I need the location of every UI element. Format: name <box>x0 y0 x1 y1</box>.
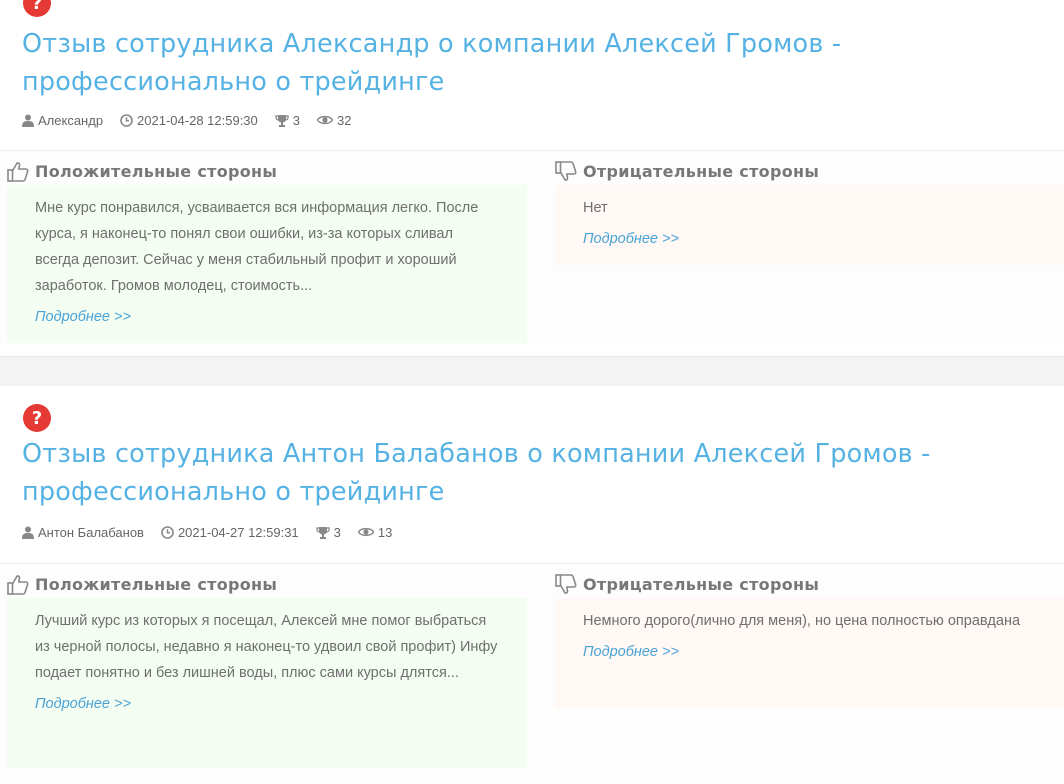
svg-text:?: ? <box>32 408 42 429</box>
review-title[interactable]: Отзыв сотрудника Александр о компании Ал… <box>22 25 1022 101</box>
trophy-count: 3 <box>274 112 300 128</box>
user-icon <box>22 114 34 127</box>
negative-body: Немного дорого(лично для меня), но цена … <box>555 598 1064 708</box>
negative-text: Нет <box>583 200 608 216</box>
negative-text: Немного дорого(лично для меня), но цена … <box>583 613 1021 629</box>
thumbs-up-icon <box>7 574 29 595</box>
views-value: 13 <box>377 524 393 540</box>
author: Александр <box>22 113 103 128</box>
review-card: ? Отзыв сотрудника Антон Балабанов о ком… <box>0 386 1064 784</box>
read-more-link[interactable]: Подробнее >> <box>583 231 679 247</box>
eye-icon <box>317 115 333 125</box>
question-mark-icon: ? <box>23 0 51 17</box>
review-title[interactable]: Отзыв сотрудника Антон Балабанов о компа… <box>22 435 1022 511</box>
negative-heading-text: Отрицательные стороны <box>583 161 820 181</box>
trophy-icon <box>274 114 289 127</box>
svg-text:?: ? <box>32 0 42 14</box>
review-card: ? Отзыв сотрудника Александр о компании … <box>0 0 1064 356</box>
positive-heading-text: Положительные стороны <box>35 574 278 594</box>
positive-body: Мне курс понравился, усваивается вся инф… <box>7 185 527 343</box>
author-name: Александр <box>38 112 104 128</box>
views-value: 32 <box>337 112 352 128</box>
read-more-link[interactable]: Подробнее >> <box>583 644 679 660</box>
positive-heading: Положительные стороны <box>7 573 277 595</box>
view-count: 32 <box>317 113 351 128</box>
review-date: 2021-04-27 12:59:31 <box>161 525 299 540</box>
review-separator <box>0 356 1064 388</box>
thumbs-down-icon <box>555 160 577 181</box>
author: Антон Балабанов <box>22 525 144 540</box>
pros-cons-row: Положительные стороны Мне курс понравилс… <box>0 150 1064 344</box>
thumbs-up-icon <box>7 161 29 182</box>
positive-heading-text: Положительные стороны <box>35 161 278 181</box>
user-icon <box>22 526 34 539</box>
positive-text: Мне курс понравился, усваивается вся инф… <box>35 200 479 294</box>
negative-heading: Отрицательные стороны <box>555 573 819 595</box>
negative-heading: Отрицательные стороны <box>555 160 819 182</box>
pros-cons-row: Положительные стороны Лучший курс из кот… <box>0 563 1064 784</box>
negative-body: Нет Подробнее >> <box>555 185 1064 265</box>
review-meta: Антон Балабанов 2021-04-27 12:59:31 3 13 <box>22 522 409 542</box>
eye-icon <box>357 527 374 537</box>
trophy-icon <box>315 526 330 539</box>
negative-heading-text: Отрицательные стороны <box>583 574 820 594</box>
trophy-count: 3 <box>315 524 341 540</box>
positive-body: Лучший курс из которых я посещал, Алексе… <box>7 598 527 768</box>
review-date: 2021-04-28 12:59:30 <box>120 113 258 128</box>
author-name: Антон Балабанов <box>38 524 144 540</box>
date-text: 2021-04-27 12:59:31 <box>177 524 299 540</box>
clock-icon <box>161 525 174 539</box>
trophy-value: 3 <box>333 524 341 540</box>
thumbs-down-icon <box>555 573 577 594</box>
review-meta: Александр 2021-04-28 12:59:30 3 32 <box>22 110 368 130</box>
date-text: 2021-04-28 12:59:30 <box>137 112 258 128</box>
clock-icon <box>120 113 133 127</box>
question-mark-icon: ? <box>23 404 51 432</box>
positive-heading: Положительные стороны <box>7 160 277 182</box>
trophy-value: 3 <box>292 112 300 128</box>
positive-text: Лучший курс из которых я посещал, Алексе… <box>35 613 498 681</box>
read-more-link[interactable]: Подробнее >> <box>35 696 131 712</box>
view-count: 13 <box>357 524 393 540</box>
read-more-link[interactable]: Подробнее >> <box>35 309 131 325</box>
